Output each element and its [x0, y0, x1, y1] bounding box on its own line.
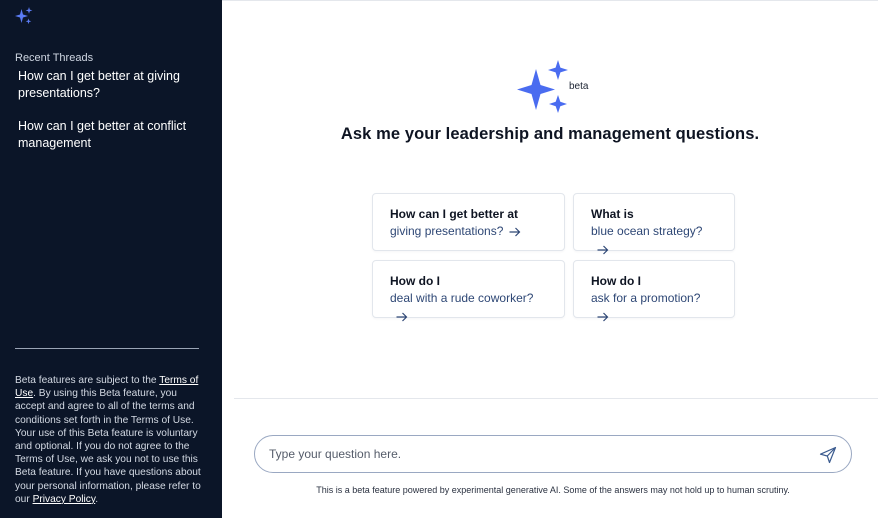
- arrow-right-icon: [396, 312, 408, 322]
- recent-threads-heading: Recent Threads: [15, 52, 94, 64]
- sparkle-icon[interactable]: [14, 6, 34, 26]
- suggestion-card[interactable]: How do I ask for a promotion?: [573, 260, 735, 322]
- arrow-right-icon: [597, 312, 609, 322]
- beta-badge: beta: [569, 81, 589, 92]
- sidebar-divider: [15, 348, 199, 349]
- question-input-container: [254, 435, 852, 473]
- thread-item[interactable]: How can I get better at giving presentat…: [18, 68, 208, 102]
- ai-disclaimer: This is a beta feature powered by experi…: [316, 485, 790, 495]
- main-divider: [234, 398, 878, 399]
- sparkle-icon: [517, 60, 568, 113]
- suggestion-card[interactable]: How can I get better at giving presentat…: [372, 193, 565, 251]
- legal-notice: Beta features are subject to the Terms o…: [15, 374, 205, 506]
- suggestion-subtitle: deal with a rude coworker?: [390, 291, 534, 305]
- suggestion-card[interactable]: What is blue ocean strategy?: [573, 193, 735, 255]
- sidebar: Recent Threads How can I get better at g…: [0, 0, 222, 518]
- suggestion-title: How do I: [591, 274, 641, 288]
- suggestion-title: What is: [591, 207, 634, 221]
- page-title: Ask me your leadership and management qu…: [340, 125, 760, 143]
- arrow-right-icon: [597, 245, 609, 255]
- send-icon[interactable]: [819, 446, 837, 464]
- suggestion-card[interactable]: How do I deal with a rude coworker?: [372, 260, 565, 322]
- suggestion-subtitle: giving presentations?: [390, 224, 504, 238]
- app-window: Recent Threads How can I get better at g…: [0, 0, 878, 518]
- question-input[interactable]: [269, 445, 809, 463]
- suggestion-subtitle: ask for a promotion?: [591, 291, 701, 305]
- thread-list: How can I get better at giving presentat…: [18, 68, 208, 168]
- legal-prefix: Beta features are subject to the: [15, 375, 160, 386]
- legal-suffix: .: [95, 493, 99, 505]
- suggestion-title: How can I get better at: [390, 207, 519, 221]
- thread-item[interactable]: How can I get better at conflict managem…: [18, 118, 208, 152]
- legal-body: . By using this Beta feature, you accept…: [15, 388, 201, 505]
- main-panel: beta Ask me your leadership and manageme…: [222, 0, 878, 518]
- arrow-right-icon: [509, 227, 521, 237]
- privacy-policy-link[interactable]: Privacy Policy: [33, 494, 96, 505]
- suggestion-subtitle: blue ocean strategy?: [591, 224, 703, 238]
- suggestion-title: How do I: [390, 274, 440, 288]
